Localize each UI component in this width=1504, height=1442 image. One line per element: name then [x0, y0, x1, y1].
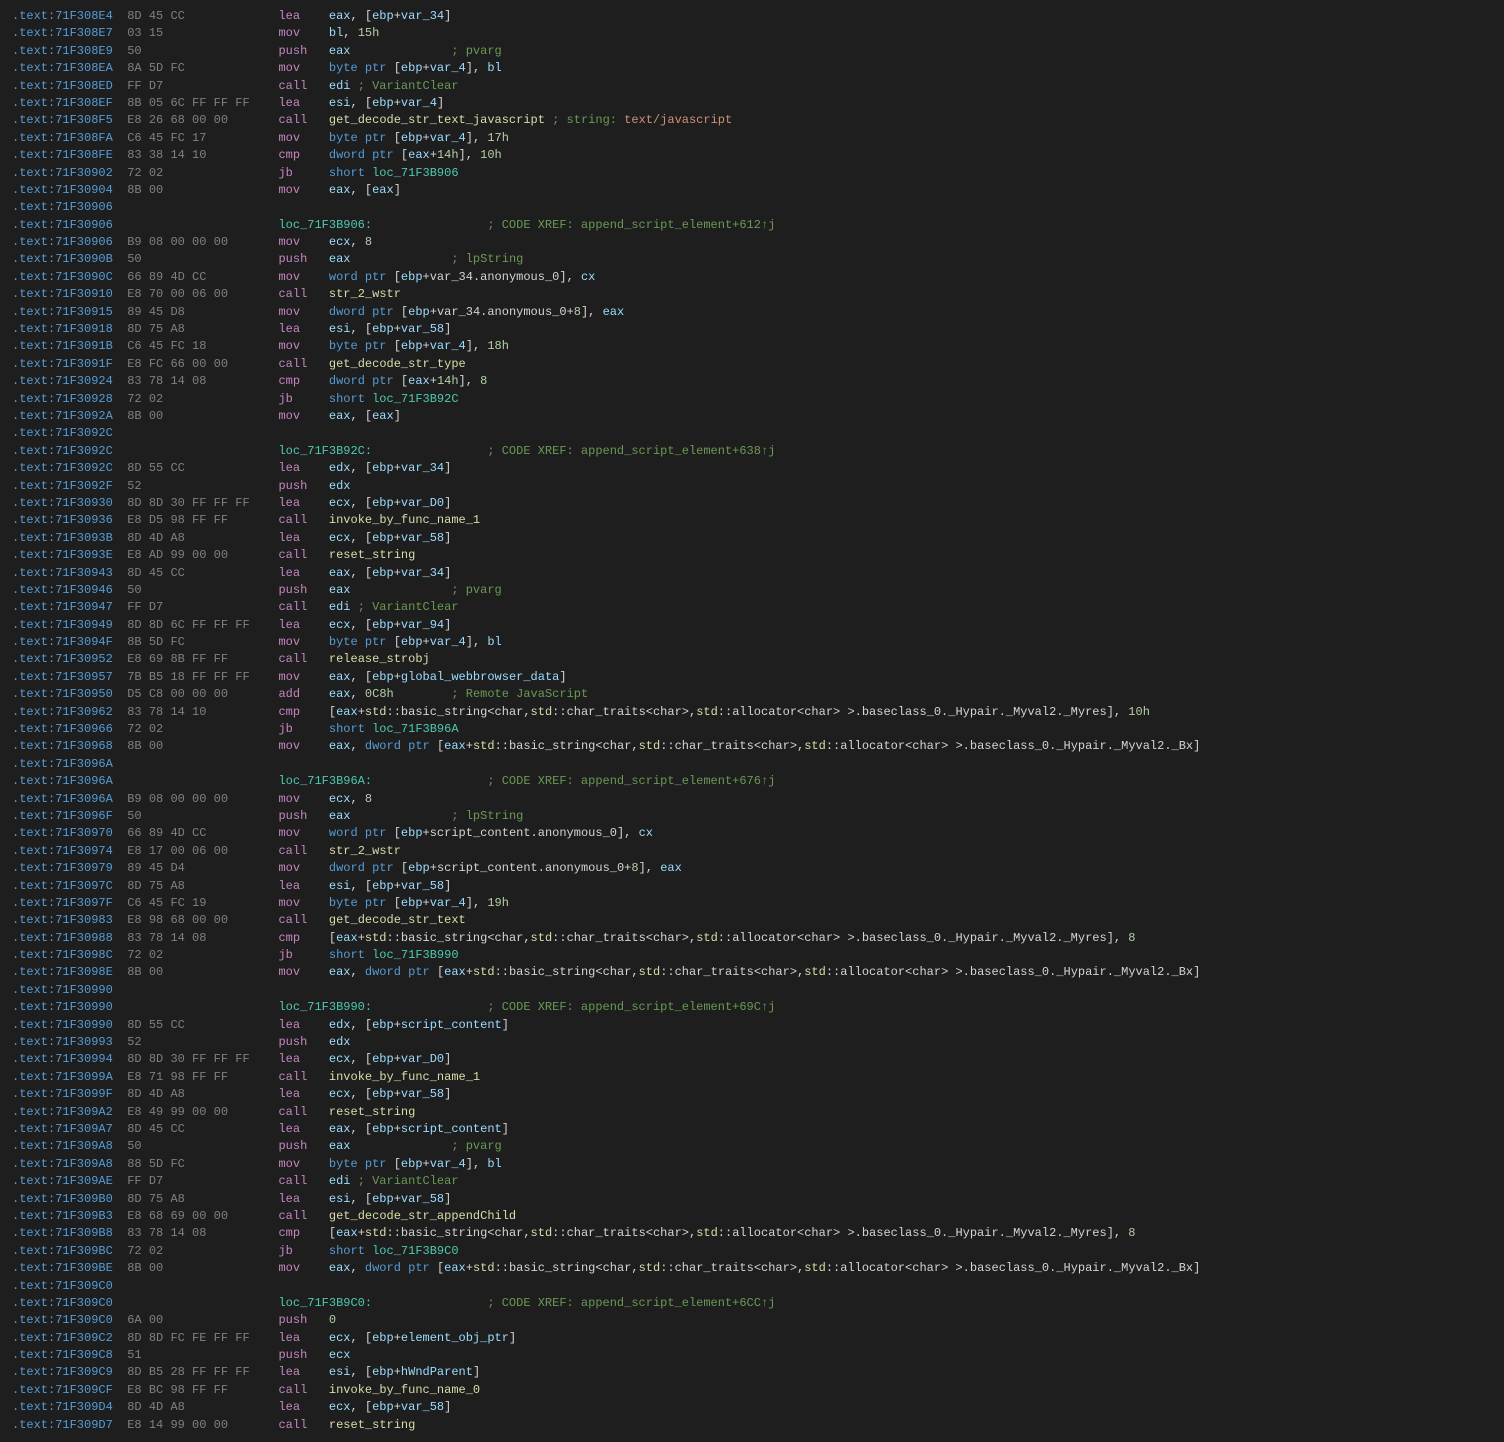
disassembly-view: .text:71F308E4 8D 45 CC lea eax, [ebp+va… — [0, 0, 1504, 1442]
code-content: .text:71F308E4 8D 45 CC lea eax, [ebp+va… — [0, 0, 1212, 1442]
